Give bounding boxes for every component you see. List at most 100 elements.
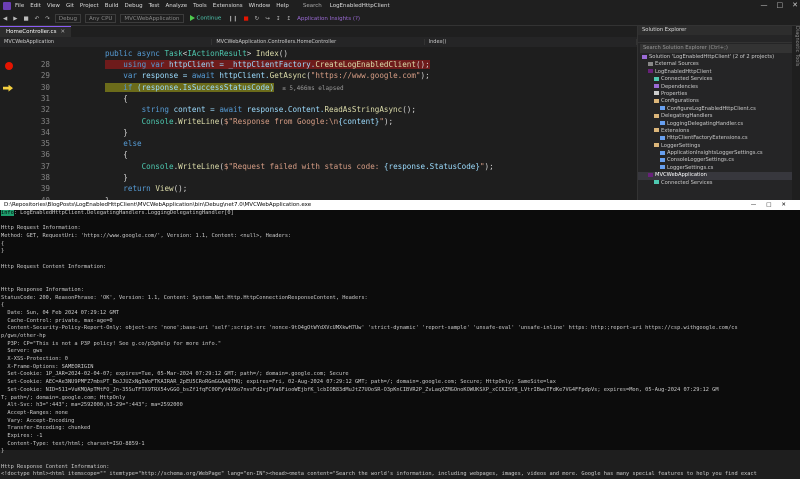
stop-icon[interactable]: ■ [240,16,251,22]
member-dropdown[interactable]: Index() [425,39,637,45]
menu-item-test[interactable]: Test [149,3,160,9]
undo-icon[interactable]: ↶ [32,16,43,22]
solution-search-input[interactable]: Search Solution Explorer (Ctrl+;) [640,44,798,53]
menu-item-analyze[interactable]: Analyze [165,3,187,9]
solution-tree-item[interactable]: Connected Services [638,76,800,83]
code-span: } [105,128,128,137]
code-text: } [105,173,128,182]
console-minimize-button[interactable]: — [751,202,767,208]
solution-tree-item[interactable]: DelegatingHandlers [638,113,800,120]
minimize-button[interactable]: — [761,1,768,9]
restart-icon[interactable]: ↻ [252,16,263,22]
tree-node-icon [660,157,665,162]
solution-tree-item[interactable]: Properties [638,91,800,98]
solution-tree-item[interactable]: LoggerSettings.cs [638,165,800,172]
solution-tree-item[interactable]: Dependencies [638,84,800,91]
code-token: using [123,60,151,69]
solution-tree-item[interactable]: ApplicationInsightsLoggerSettings.cs [638,150,800,157]
solution-tree-item[interactable]: LoggingDelegatingHandler.cs [638,121,800,128]
step-out-icon[interactable]: ↥ [283,16,294,22]
breakpoint-highlight: using var httpClient = _httpClientFactor… [105,60,430,69]
tree-item-label: LoggerSettings.cs [667,164,714,171]
line-number: 39 [40,184,50,194]
solution-explorer-toolbar[interactable] [638,35,800,43]
solution-tree-item[interactable]: Configurations [638,98,800,105]
maximize-button[interactable]: □ [777,1,784,9]
code-line: 33 Console.WriteLine($"Response from Goo… [0,117,637,128]
solution-tree-item[interactable]: Extensions [638,128,800,135]
menu-item-window[interactable]: Window [249,3,271,9]
line-number: 30 [40,82,50,92]
tree-node-icon [654,128,659,133]
menu-item-view[interactable]: View [47,3,60,9]
application-insights-button[interactable]: Application Insights (?) [294,16,363,22]
code-token: GetAsync [269,71,307,81]
code-token: ); [420,71,430,81]
back-icon[interactable]: ◀ [0,16,10,22]
code-editor[interactable]: public async Task<IActionResult> Index()… [0,47,637,200]
code-token: "https://www.google.com" [310,71,421,81]
solution-tree-item[interactable]: LoggerSettings [638,143,800,150]
save-icon[interactable]: ■ [20,16,31,22]
code-token: Console [141,161,174,171]
step-over-icon[interactable]: ↪ [262,16,273,22]
menu-item-build[interactable]: Build [105,3,119,9]
tree-item-label: HttpClientFactoryExtensions.cs [667,135,748,142]
solution-tree-item[interactable]: ConsoleLoggerSettings.cs [638,157,800,164]
menu-item-project[interactable]: Project [80,3,99,9]
menu-item-extensions[interactable]: Extensions [213,3,243,9]
code-token: Index [255,49,279,58]
solution-tree-item[interactable]: HttpClientFactoryExtensions.cs [638,135,800,142]
configuration-select[interactable]: Debug [54,14,81,23]
console-line: Vary: Accept-Encoding [1,417,75,424]
code-token: response.Content. [246,105,325,115]
menu-item-debug[interactable]: Debug [125,3,143,9]
forward-icon[interactable]: ▶ [10,16,20,22]
diagnostic-tools-tab[interactable]: Diagnostic Tools [792,26,800,200]
solution-tree-item[interactable]: External Sources [638,61,800,68]
search-box[interactable]: Search [303,3,322,9]
step-into-icon[interactable]: ↧ [273,16,284,22]
code-token: {response.StatusCode} [383,161,480,171]
startup-project-select[interactable]: MVCWebApplication [120,14,184,23]
current-statement-arrow-icon[interactable] [3,84,13,92]
code-token: } [105,127,128,137]
code-token: (); [415,60,430,69]
tree-item-label: Connected Services [661,76,713,83]
console-window: D:\Repositories\BlogPosts\LogEnabledHttp… [0,200,800,477]
code-token: (); [402,105,416,115]
project-dropdown[interactable]: MVCWebApplication [0,39,213,45]
menu-item-file[interactable]: File [15,3,24,9]
continue-button[interactable]: Continue [189,15,221,22]
console-maximize-button[interactable]: □ [766,202,781,208]
tab-homecontroller[interactable]: HomeController.cs ✕ [0,26,72,37]
code-text: string content = await response.Content.… [105,105,416,114]
solution-tree-item[interactable]: LogEnabledHttpClient [638,69,800,76]
menu-item-git[interactable]: Git [66,3,74,9]
tree-item-label: LoggingDelegatingHandler.cs [667,120,744,127]
menu-item-tools[interactable]: Tools [193,3,207,9]
solution-tree-item[interactable]: MVCWebApplication [638,172,800,180]
tree-item-label: Solution 'LogEnabledHttpClient' (2 of 2 … [649,54,775,60]
type-dropdown[interactable]: MVCWebApplication.Controllers.HomeContro… [212,39,425,45]
code-token: { [105,93,128,103]
solution-tree-item[interactable]: ConfigureLogEnabledHttpClient.cs [638,106,800,113]
line-number: 29 [40,71,50,81]
code-text: else [105,139,141,148]
menu-item-help[interactable]: Help [276,3,289,9]
console-line: Cache-Control: private, max-age=0 [1,317,113,324]
code-token: async [137,49,165,58]
close-tab-icon[interactable]: ✕ [60,29,65,35]
pause-icon[interactable]: ❙❙ [225,16,240,22]
line-number: 31 [40,93,50,103]
code-span: } [105,173,128,182]
breakpoint-icon[interactable] [5,62,13,70]
menu-item-edit[interactable]: Edit [30,3,41,9]
platform-select[interactable]: Any CPU [84,14,117,23]
solution-tree-item[interactable]: Solution 'LogEnabledHttpClient' (2 of 2 … [638,54,800,61]
console-line: Http Request Information: [1,225,81,232]
redo-icon[interactable]: ↷ [42,16,53,22]
console-close-button[interactable]: ✕ [781,202,796,208]
solution-tree-item[interactable]: Connected Services [638,180,800,187]
close-button[interactable]: ✕ [792,1,798,9]
